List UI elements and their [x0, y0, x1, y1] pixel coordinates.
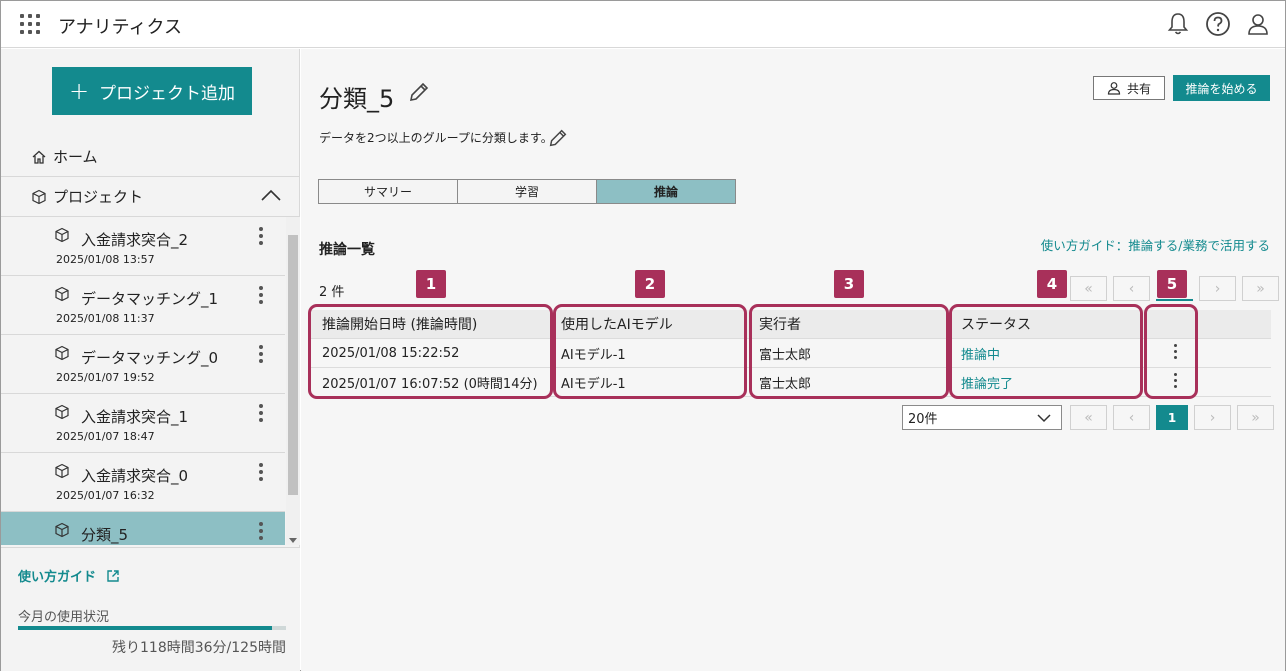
scroll-down-arrow-icon[interactable] [289, 538, 297, 543]
project-item[interactable]: 入金請求突合_1 2025/01/07 18:47 [1, 394, 285, 453]
nav-home[interactable]: ホーム [1, 137, 300, 177]
home-icon [32, 150, 46, 164]
nav-home-label: ホーム [53, 148, 98, 166]
cube-icon [55, 345, 69, 361]
app-window: アナリティクス + プロジェクト追加 ホーム プロジェクト 入金請求突合_2 2… [0, 0, 1286, 671]
cube-icon [32, 189, 46, 204]
project-item[interactable]: データマッチング_0 2025/01/07 19:52 [1, 335, 285, 394]
project-list: 入金請求突合_2 2025/01/08 13:57 データマッチング_1 202… [1, 217, 285, 545]
prev-page-icon[interactable]: ‹ [1113, 276, 1150, 301]
user-share-icon [1107, 82, 1121, 95]
project-date: 2025/01/07 18:47 [56, 430, 155, 443]
help-icon[interactable] [1205, 11, 1231, 37]
app-title: アナリティクス [58, 17, 183, 38]
share-button[interactable]: 共有 [1093, 76, 1165, 100]
add-project-button[interactable]: + プロジェクト追加 [52, 67, 252, 115]
share-label: 共有 [1126, 81, 1151, 96]
page-size-value: 20件 [908, 412, 938, 427]
project-date: 2025/01/07 16:32 [56, 489, 155, 502]
cube-icon [55, 404, 69, 420]
page-number-button[interactable]: 1 [1156, 405, 1188, 430]
bottom-pager: « ‹ 1 › » [1070, 405, 1274, 430]
project-name: データマッチング_1 [81, 290, 219, 308]
project-item[interactable]: 入金請求突合_0 2025/01/07 16:32 [1, 453, 285, 512]
tab-training[interactable]: 学習 [457, 179, 597, 204]
callout-badge-2: 2 [635, 270, 665, 298]
first-page-icon[interactable]: « [1070, 405, 1107, 430]
usage-progress-bar [18, 626, 286, 630]
project-name: データマッチング_0 [81, 349, 219, 367]
result-count: 2 件 [319, 285, 345, 300]
callout-box-1 [308, 304, 553, 399]
sidebar-scrollbar[interactable] [286, 217, 300, 545]
first-page-icon[interactable]: « [1070, 276, 1107, 301]
callout-badge-3: 3 [834, 270, 864, 298]
cube-icon [55, 463, 69, 479]
tab-summary[interactable]: サマリー [318, 179, 458, 204]
more-options-icon[interactable] [255, 404, 267, 428]
app-launcher-icon[interactable] [20, 14, 42, 36]
guide-link[interactable]: 使い方ガイド [18, 566, 120, 585]
chevron-up-icon[interactable] [260, 187, 282, 203]
project-date: 2025/01/08 13:57 [56, 253, 155, 266]
usage-label: 今月の使用状況 [18, 610, 110, 625]
more-options-icon[interactable] [255, 227, 267, 251]
project-name: 分類_5 [81, 526, 129, 544]
tab-inference[interactable]: 推論 [596, 179, 736, 204]
more-options-icon[interactable] [255, 286, 267, 310]
project-date: 2025/01/07 19:52 [56, 371, 155, 384]
top-bar: アナリティクス [1, 1, 1285, 48]
callout-box-5 [1144, 304, 1198, 399]
chevron-down-icon [1037, 414, 1051, 423]
usage-guide-link[interactable]: 使い方ガイド：推論する/業務で活用する [1041, 235, 1270, 254]
tab-bar: サマリー 学習 推論 [318, 179, 736, 204]
page-title: 分類_5 [319, 85, 395, 113]
callout-badge-1: 1 [416, 270, 446, 298]
project-date: 2025/01/08 11:37 [56, 312, 155, 325]
page-size-select[interactable]: 20件 [902, 405, 1062, 430]
nav-projects[interactable]: プロジェクト [1, 177, 300, 217]
project-item[interactable]: データマッチング_1 2025/01/08 11:37 [1, 276, 285, 335]
edit-title-pencil-icon[interactable] [407, 80, 431, 104]
sidebar: + プロジェクト追加 ホーム プロジェクト 入金請求突合_2 2025/01/0… [1, 49, 300, 671]
usage-remaining: 残り118時間36分/125時間 [112, 640, 286, 656]
project-item[interactable]: 入金請求突合_2 2025/01/08 13:57 [1, 217, 285, 276]
edit-description-pencil-icon[interactable] [547, 127, 569, 149]
cube-icon [55, 286, 69, 302]
more-options-icon[interactable] [255, 522, 267, 545]
more-options-icon[interactable] [255, 463, 267, 487]
next-page-icon[interactable]: › [1199, 276, 1236, 301]
cube-icon [55, 522, 69, 538]
project-name: 入金請求突合_1 [81, 408, 189, 426]
callout-box-2 [553, 304, 747, 399]
more-options-icon[interactable] [255, 345, 267, 369]
scrollbar-thumb[interactable] [288, 235, 298, 495]
page-description: データを2つ以上のグループに分類します。 [319, 131, 553, 145]
callout-box-3 [749, 304, 949, 399]
last-page-icon[interactable]: » [1237, 405, 1274, 430]
project-item-active[interactable]: 分類_5 [1, 512, 285, 545]
project-name: 入金請求突合_2 [81, 231, 189, 249]
last-page-icon[interactable]: » [1242, 276, 1279, 301]
bell-icon[interactable] [1165, 11, 1191, 37]
cube-icon [55, 227, 69, 243]
nav-projects-label: プロジェクト [53, 188, 144, 206]
plus-icon: + [68, 77, 90, 105]
prev-page-icon[interactable]: ‹ [1113, 405, 1150, 430]
sidebar-footer: 使い方ガイド 今月の使用状況 残り118時間36分/125時間 [1, 547, 300, 671]
project-name: 入金請求突合_0 [81, 467, 189, 485]
user-icon[interactable] [1245, 11, 1271, 37]
start-inference-button[interactable]: 推論を始める [1173, 75, 1270, 101]
next-page-icon[interactable]: › [1194, 405, 1231, 430]
callout-badge-5: 5 [1157, 270, 1187, 298]
section-title: 推論一覧 [319, 242, 375, 258]
callout-badge-4: 4 [1037, 270, 1067, 298]
add-project-label: プロジェクト追加 [99, 83, 236, 104]
main-content: 分類_5 データを2つ以上のグループに分類します。 共有 推論を始める サマリー… [301, 49, 1285, 671]
callout-box-4 [949, 304, 1143, 399]
external-link-icon [106, 570, 119, 582]
